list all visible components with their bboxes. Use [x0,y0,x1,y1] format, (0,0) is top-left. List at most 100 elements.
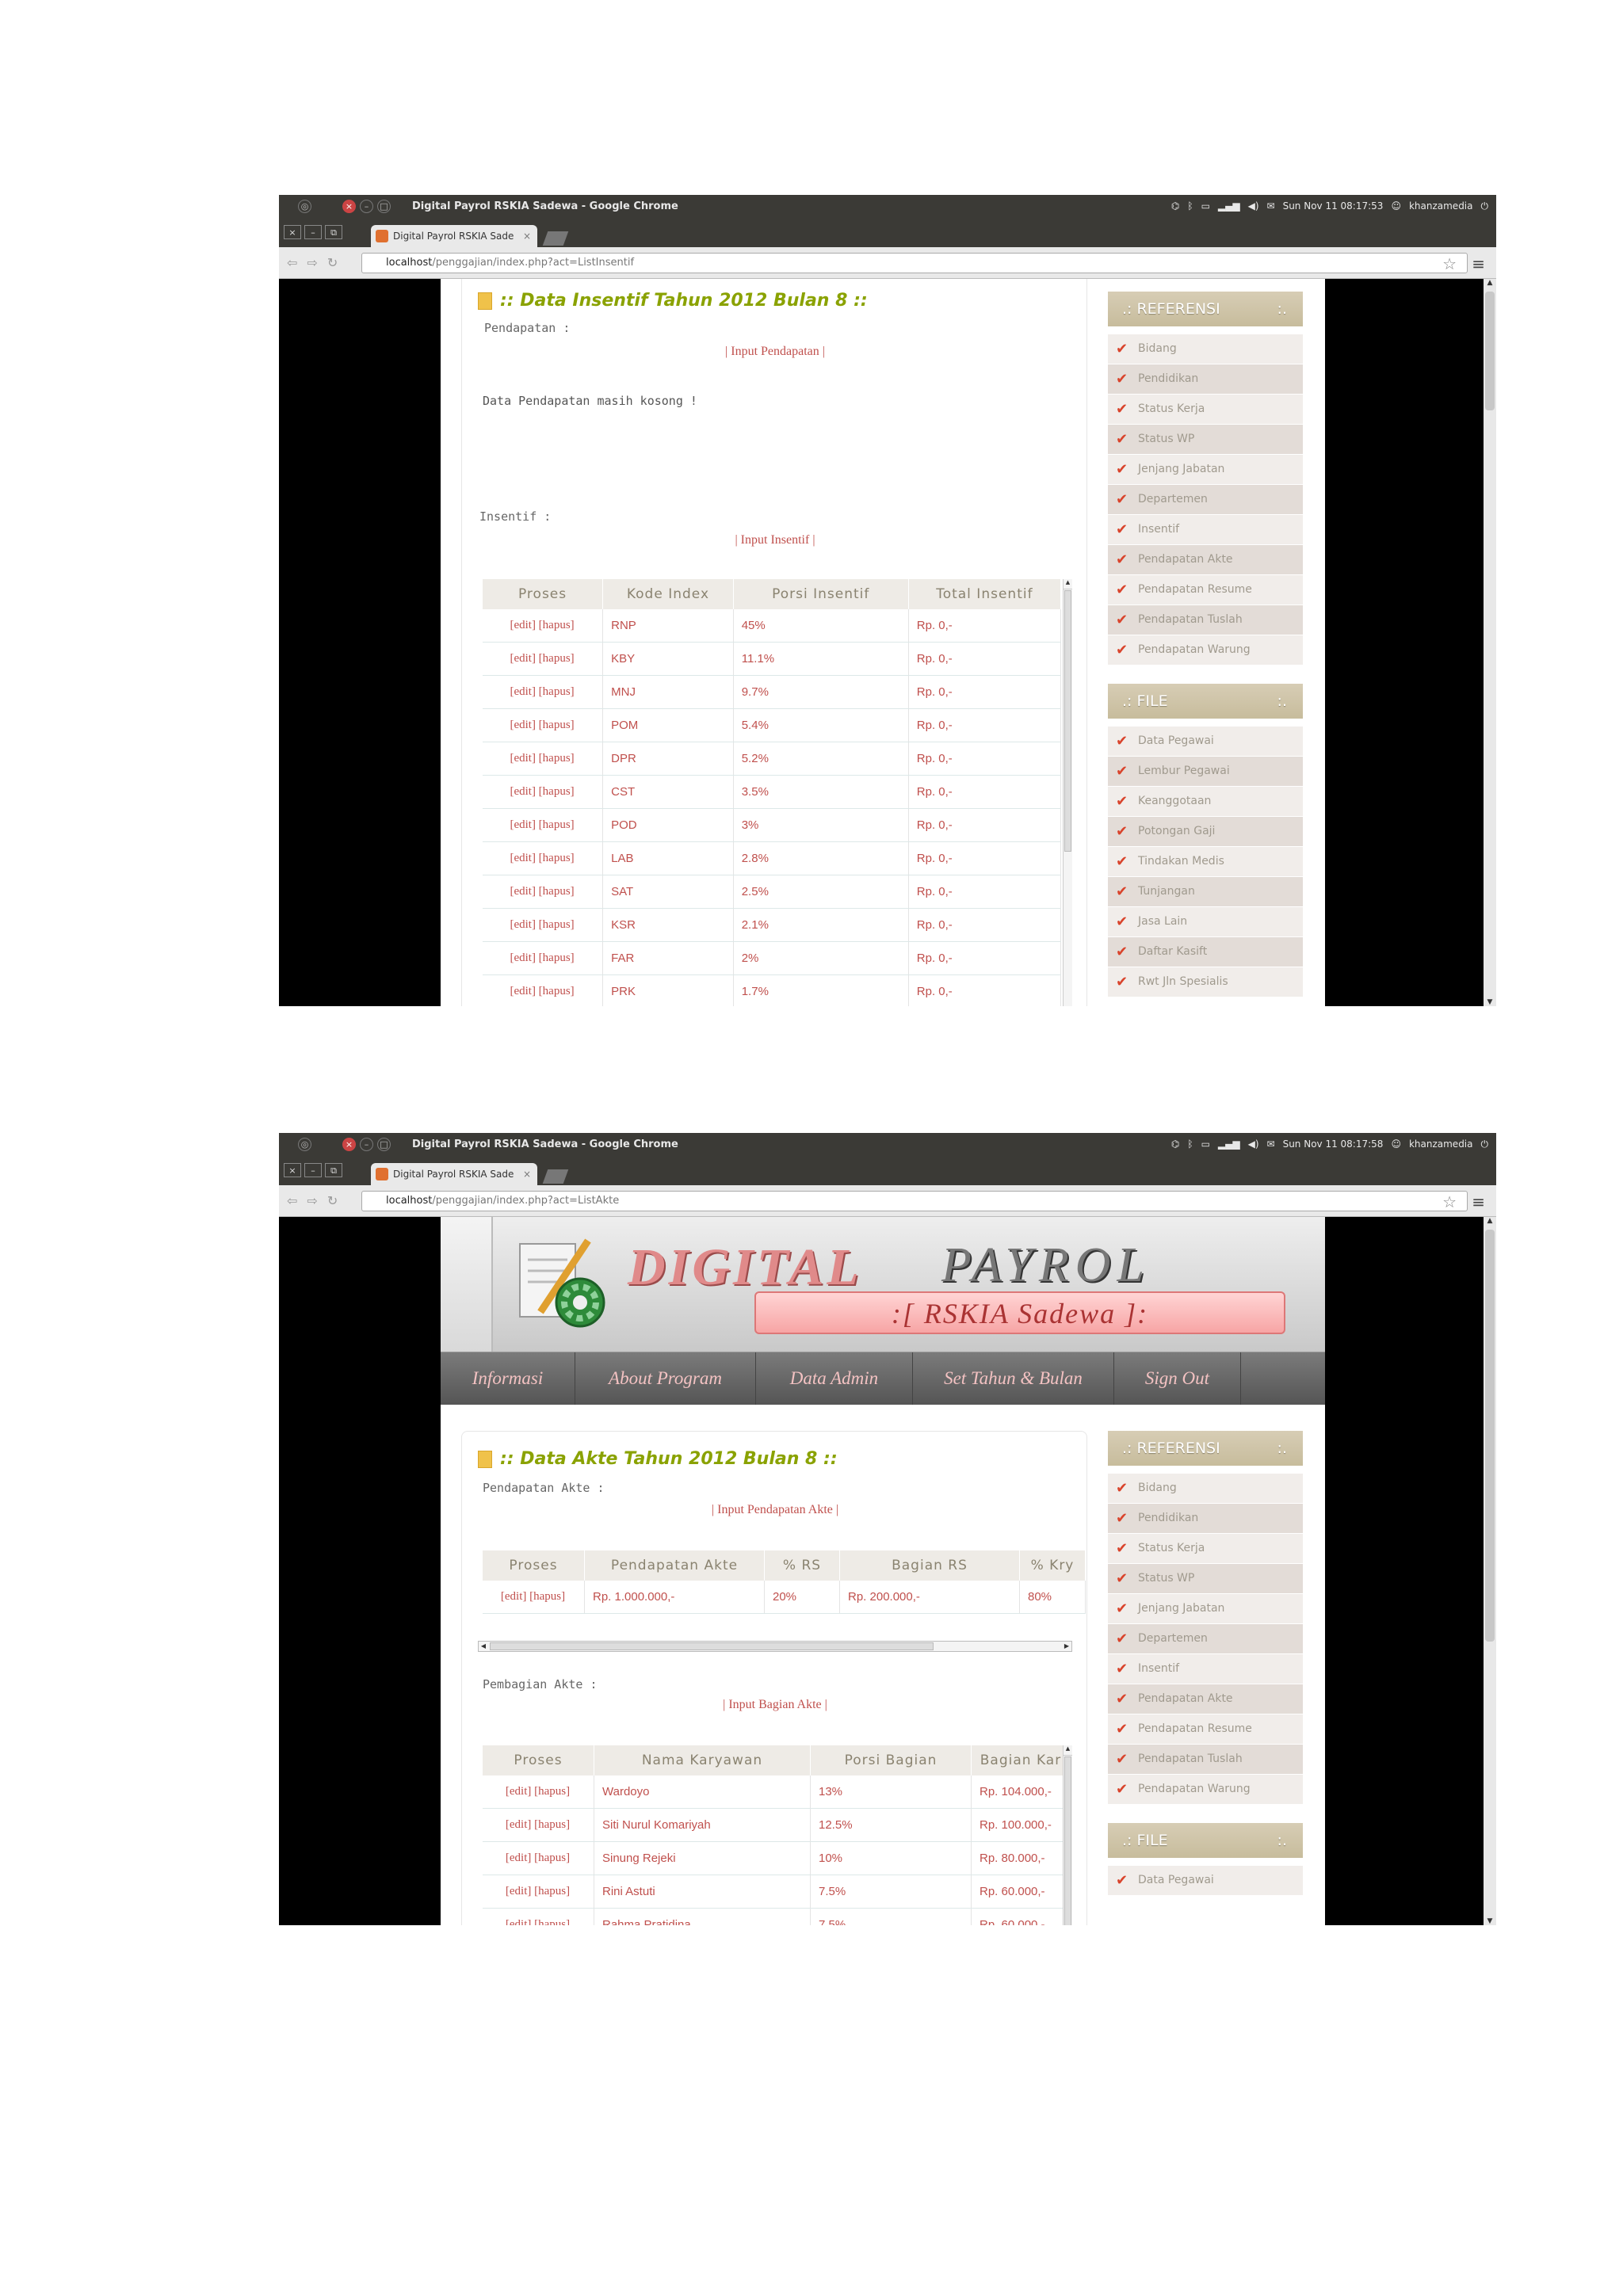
col-kode-index[interactable]: Kode Index [602,579,734,609]
input-insentif-link[interactable]: | Input Insentif | [462,533,1088,547]
sidebar-item[interactable]: ✔ Keanggotaan [1108,787,1303,816]
reload-icon[interactable]: ↻ [327,255,338,270]
row-actions[interactable]: [edit] [hapus] [483,1841,594,1875]
bookmark-star-icon[interactable]: ☆ [1442,1192,1457,1211]
ubuntu-logo-icon[interactable]: ◎ [298,1138,311,1151]
close-window-button[interactable]: × [284,1163,301,1177]
network-icon[interactable]: ⌬ [1171,200,1179,212]
signal-icon[interactable]: ▂▄▆ [1218,200,1240,212]
ubuntu-logo-icon[interactable]: ◎ [298,200,311,213]
battery-icon[interactable]: ▭ [1201,1138,1210,1150]
mail-icon[interactable]: ✉ [1267,200,1275,212]
row-actions[interactable]: [edit] [hapus] [483,875,604,909]
nav-about-program[interactable]: About Program [575,1352,756,1405]
menu-icon[interactable]: ≡ [1472,254,1485,273]
volume-icon[interactable]: ◀) [1248,200,1259,212]
row-actions[interactable]: [edit] [hapus] [483,974,604,1006]
sidebar-item[interactable]: ✔ Data Pegawai [1108,1866,1303,1895]
row-actions[interactable]: [edit] [hapus] [483,908,604,942]
row-actions[interactable]: [edit] [hapus] [483,1775,594,1809]
row-actions[interactable]: [edit] [hapus] [483,609,604,643]
mail-icon[interactable]: ✉ [1267,1138,1275,1150]
row-actions[interactable]: [edit] [hapus] [483,1908,594,1925]
scroll-up-icon[interactable]: ▲ [1064,1745,1072,1756]
window-minimize-icon[interactable]: – [360,200,373,213]
bluetooth-icon[interactable]: ᛒ [1187,1138,1193,1150]
tab-close-icon[interactable]: × [523,231,531,242]
table-scrollbar[interactable]: ▲ [1063,1745,1072,1925]
power-icon[interactable]: ⏻ [1481,200,1489,212]
sidebar-item[interactable]: ✔ Jenjang Jabatan [1108,1594,1303,1623]
nav-informasi[interactable]: Informasi [441,1352,575,1405]
network-icon[interactable]: ⌬ [1171,1138,1179,1150]
browser-tab[interactable]: Digital Payrol RSKIA Sade × [371,1163,537,1185]
restore-window-button[interactable]: ⧉ [325,1163,342,1177]
row-actions[interactable]: [edit] [hapus] [483,675,604,709]
row-actions[interactable]: [edit] [hapus] [483,941,604,975]
menu-icon[interactable]: ≡ [1472,1192,1485,1211]
sidebar-item[interactable]: ✔ Pendidikan [1108,1504,1303,1533]
sidebar-item[interactable]: ✔ Departemen [1108,485,1303,514]
row-actions[interactable]: [edit] [hapus] [483,808,604,842]
sidebar-item[interactable]: ✔ Pendapatan Tuslah [1108,1745,1303,1774]
row-actions[interactable]: [edit] [hapus] [483,708,604,742]
back-icon[interactable]: ⇦ [287,255,297,270]
page-scrollbar[interactable]: ▲ ▼ [1484,1217,1496,1925]
user-icon[interactable]: ☺ [1391,200,1401,212]
volume-icon[interactable]: ◀) [1248,1138,1259,1150]
col-pendapatan-akte[interactable]: Pendapatan Akte [584,1550,765,1581]
input-pendapatan-link[interactable]: | Input Pendapatan | [462,345,1088,359]
new-tab-button[interactable] [542,231,569,246]
page-scroll-down-icon[interactable]: ▼ [1484,1917,1496,1925]
window-close-icon[interactable]: × [342,1138,356,1151]
url-input[interactable]: localhost/penggajian/index.php?act=ListA… [361,1191,1468,1211]
row-actions[interactable]: [edit] [hapus] [483,742,604,776]
sidebar-item[interactable]: ✔ Status WP [1108,425,1303,454]
sidebar-item[interactable]: ✔ Data Pegawai [1108,727,1303,756]
row-actions[interactable]: [edit] [hapus] [483,775,604,809]
user-name[interactable]: khanzamedia [1409,200,1473,212]
browser-tab[interactable]: Digital Payrol RSKIA Sade × [371,225,537,247]
sidebar-item[interactable]: ✔ Pendapatan Akte [1108,1684,1303,1714]
page-scroll-up-icon[interactable]: ▲ [1484,279,1496,287]
col-porsi-insentif[interactable]: Porsi Insentif [733,579,909,609]
col-porsi-bagian[interactable]: Porsi Bagian [810,1745,972,1775]
sidebar-item[interactable]: ✔ Status Kerja [1108,395,1303,424]
sidebar-item[interactable]: ✔ Insentif [1108,515,1303,544]
nav-set-tahun-bulan[interactable]: Set Tahun & Bulan [913,1352,1114,1405]
col-total-insentif[interactable]: Total Insentif [908,579,1062,609]
input-pendapatan-akte-link[interactable]: | Input Pendapatan Akte | [462,1503,1088,1517]
sidebar-item[interactable]: ✔ Pendapatan Resume [1108,575,1303,605]
back-icon[interactable]: ⇦ [287,1193,297,1208]
new-tab-button[interactable] [542,1169,569,1184]
window-maximize-icon[interactable]: □ [377,1138,391,1151]
col-proses[interactable]: Proses [483,1550,585,1581]
sidebar-item[interactable]: ✔ Pendapatan Warung [1108,1775,1303,1804]
row-actions[interactable]: [edit] [hapus] [483,642,604,676]
table-scrollbar[interactable]: ▲ [1063,579,1072,1006]
row-actions[interactable]: [edit] [hapus] [483,1875,594,1909]
col-nama-karyawan[interactable]: Nama Karyawan [594,1745,811,1775]
tab-close-icon[interactable]: × [523,1169,531,1180]
sidebar-item[interactable]: ✔ Departemen [1108,1624,1303,1653]
sidebar-item[interactable]: ✔ Status Kerja [1108,1534,1303,1563]
table-horizontal-scrollbar[interactable]: ◀ ▶ [478,1641,1072,1652]
sidebar-item[interactable]: ✔ Status WP [1108,1564,1303,1593]
col-bagian-rs[interactable]: Bagian RS [839,1550,1020,1581]
table-scroll-thumb[interactable] [1064,1756,1071,1925]
window-minimize-icon[interactable]: – [360,1138,373,1151]
sidebar-item[interactable]: ✔ Pendidikan [1108,364,1303,394]
row-actions[interactable]: [edit] [hapus] [483,1808,594,1842]
sidebar-item[interactable]: ✔ Pendapatan Akte [1108,545,1303,574]
page-scroll-thumb[interactable] [1485,292,1495,410]
window-close-icon[interactable]: × [342,200,356,213]
sidebar-item[interactable]: ✔ Lembur Pegawai [1108,757,1303,786]
nav-data-admin[interactable]: Data Admin [756,1352,913,1405]
user-icon[interactable]: ☺ [1391,1138,1401,1150]
clock[interactable]: Sun Nov 11 08:17:53 [1283,200,1384,212]
forward-icon[interactable]: ⇨ [307,1193,317,1208]
sidebar-item[interactable]: ✔ Bidang [1108,1474,1303,1503]
sidebar-item[interactable]: ✔ Tunjangan [1108,877,1303,906]
scroll-up-icon[interactable]: ▲ [1064,579,1072,589]
sidebar-item[interactable]: ✔ Rwt Jln Spesialis [1108,967,1303,997]
